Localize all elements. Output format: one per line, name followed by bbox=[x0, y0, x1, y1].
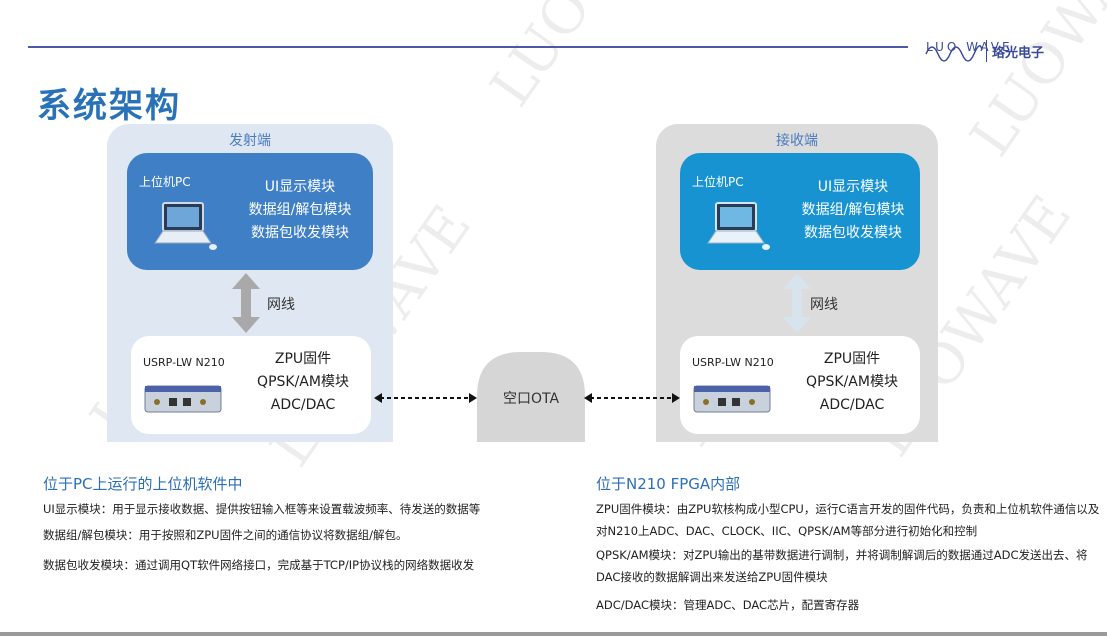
receiver-label: 接收端 bbox=[776, 133, 818, 149]
pc-module-list: UI显示模块 数据组/解包模块 数据包收发模块 bbox=[235, 176, 365, 245]
pc-section-item: 数据组/解包模块：用于按照和ZPU固件之间的通信协议将数据组/解包。 bbox=[43, 528, 408, 542]
usrp-module: QPSK/AM模块 bbox=[806, 374, 898, 390]
usrp-module: ADC/DAC bbox=[819, 397, 885, 413]
dashed-arrow-right bbox=[584, 393, 680, 403]
pc-module: 数据包收发模块 bbox=[804, 225, 902, 241]
pc-module: 数据组/解包模块 bbox=[801, 202, 905, 218]
receiver-panel: 接收端 上位机PC UI显示模块 数据组/解包模块 数据包收发模块 网线 USR… bbox=[656, 124, 938, 442]
ethernet-label: 网线 bbox=[810, 297, 838, 313]
usrp-module: QPSK/AM模块 bbox=[257, 374, 349, 390]
double-arrow-icon bbox=[783, 273, 811, 333]
fpga-section-item: QPSK/AM模块：对ZPU输出的基带数据进行调制，并将调制解调后的数据通过AD… bbox=[596, 548, 1088, 584]
usrp-module-list: ZPU固件 QPSK/AM模块 ADC/DAC bbox=[790, 348, 914, 417]
pc-module: UI显示模块 bbox=[264, 179, 336, 195]
pc-module-list: UI显示模块 数据组/解包模块 数据包收发模块 bbox=[788, 176, 918, 245]
transmitter-pc-box: 上位机PC UI显示模块 数据组/解包模块 数据包收发模块 bbox=[127, 153, 373, 270]
ota-label: 空口OTA bbox=[502, 391, 560, 407]
footer-divider bbox=[0, 632, 1107, 636]
pc-label: 上位机PC bbox=[139, 175, 191, 189]
laptop-icon bbox=[154, 202, 217, 250]
ethernet-label: 网线 bbox=[267, 297, 295, 313]
usrp-module: ZPU固件 bbox=[823, 351, 881, 367]
watermark: LUOWAVE bbox=[958, 0, 1107, 168]
fpga-section-item: ADC/DAC模块：管理ADC、DAC芯片，配置寄存器 bbox=[596, 598, 860, 612]
usrp-label: USRP-LW N210 bbox=[692, 356, 774, 369]
usrp-device-icon bbox=[144, 385, 222, 413]
usrp-module: ZPU固件 bbox=[274, 351, 332, 367]
logo-separator bbox=[986, 40, 987, 62]
pc-section-item: 数据包收发模块：通过调用QT软件网络接口，完成基于TCP/IP协议栈的网络数据收… bbox=[43, 558, 475, 572]
transmitter-panel: 发射端 上位机PC UI显示模块 数据组/解包模块 数据包收发模块 网线 USR… bbox=[107, 124, 393, 442]
double-arrow-icon bbox=[232, 273, 260, 333]
pc-section-item: UI显示模块：用于显示接收数据、提供按钮输入框等来设置载波频率、待发送的数据等 bbox=[43, 502, 481, 516]
brand-logo: LUO WAVE 珞光电子 bbox=[918, 34, 1068, 70]
watermark: LUOWAVE bbox=[478, 0, 704, 118]
pc-module: 数据组/解包模块 bbox=[248, 202, 352, 218]
transmitter-label: 发射端 bbox=[229, 133, 271, 149]
pc-label: 上位机PC bbox=[692, 175, 744, 189]
usrp-module-list: ZPU固件 QPSK/AM模块 ADC/DAC bbox=[241, 348, 365, 417]
fpga-section-item: ZPU固件模块：由ZPU软核构成小型CPU，运行C语言开发的固件代码，负责和上位… bbox=[596, 502, 1100, 538]
receiver-usrp-box: USRP-LW N210 ZPU固件 QPSK/AM模块 ADC/DAC bbox=[680, 336, 920, 434]
fpga-section-title: 位于N210 FPGA内部 bbox=[596, 475, 741, 493]
pc-module: UI显示模块 bbox=[817, 179, 889, 195]
wave-icon bbox=[925, 45, 983, 62]
dashed-arrow-left bbox=[374, 393, 477, 403]
transmitter-usrp-box: USRP-LW N210 ZPU固件 QPSK/AM模块 ADC/DAC bbox=[131, 336, 371, 434]
usrp-label: USRP-LW N210 bbox=[143, 356, 225, 369]
receiver-pc-box: 上位机PC UI显示模块 数据组/解包模块 数据包收发模块 bbox=[680, 153, 920, 270]
header-divider bbox=[28, 46, 908, 48]
logo-company-name: 珞光电子 bbox=[992, 46, 1045, 61]
laptop-icon bbox=[707, 202, 770, 250]
usrp-module: ADC/DAC bbox=[270, 397, 336, 413]
page-title: 系统架构 bbox=[37, 86, 181, 126]
pc-section-title: 位于PC上运行的上位机软件中 bbox=[43, 475, 243, 493]
usrp-device-icon bbox=[693, 385, 771, 413]
pc-module: 数据包收发模块 bbox=[251, 225, 349, 241]
